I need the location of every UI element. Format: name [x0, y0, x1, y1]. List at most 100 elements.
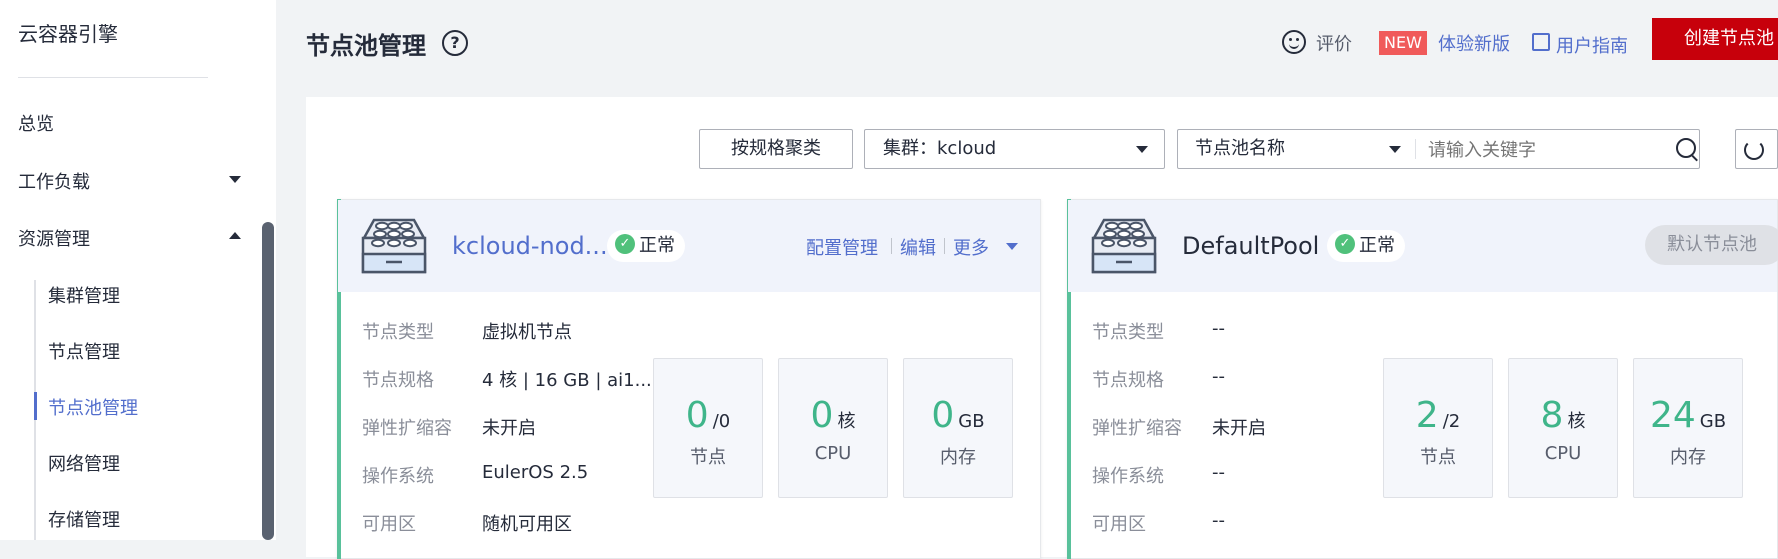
chevron-down-icon[interactable]	[1006, 243, 1018, 250]
refresh-icon[interactable]	[1744, 140, 1764, 160]
stat-nodes-total: /0	[712, 411, 731, 432]
field-label-os: 操作系统	[362, 466, 434, 487]
sidebar-title: 云容器引擎	[18, 22, 118, 46]
help-icon[interactable]: ?	[442, 30, 468, 56]
stat-cpu-unit: 核	[837, 411, 856, 432]
status-badge: ✓ 正常	[1327, 230, 1405, 262]
stat-memory-value: 24	[1649, 395, 1696, 436]
search-divider	[1415, 139, 1416, 159]
field-value-node-spec: 4 核 | 16 GB | ai1....	[482, 370, 658, 391]
chevron-down-icon[interactable]	[229, 176, 241, 183]
field-value-node-type: --	[1212, 318, 1225, 339]
stat-nodes-value: 2	[1415, 395, 1439, 436]
cluster-select[interactable]: 集群：kcloud	[864, 129, 1165, 169]
check-icon: ✓	[615, 234, 635, 254]
config-management-link[interactable]: 配置管理	[806, 234, 878, 260]
status-text: 正常	[1359, 235, 1395, 256]
sidebar-item-nodes[interactable]: 节点管理	[48, 338, 120, 364]
node-pool-icon	[1091, 218, 1157, 274]
node-pool-card: DefaultPool ✓ 正常 默认节点池 节点类型 -- 节点规格 -- 弹性…	[1067, 199, 1778, 559]
create-node-pool-button[interactable]: 创建节点池	[1652, 18, 1778, 60]
search-group: 节点池名称	[1177, 129, 1700, 169]
sidebar-scrollbar[interactable]	[262, 222, 274, 540]
sidebar-item-node-pools[interactable]: 节点池管理	[48, 394, 138, 420]
field-label-node-spec: 节点规格	[362, 370, 434, 391]
sidebar-item-overview[interactable]: 总览	[18, 110, 54, 136]
field-label-node-type: 节点类型	[1092, 322, 1164, 343]
default-pool-badge: 默认节点池	[1645, 225, 1778, 265]
card-header: DefaultPool ✓ 正常 默认节点池	[1068, 200, 1778, 292]
status-text: 正常	[639, 235, 675, 256]
edit-link[interactable]: 编辑	[900, 234, 936, 260]
name-filter-select[interactable]: 节点池名称	[1195, 130, 1285, 168]
stat-cpu: 0核 CPU	[778, 358, 888, 498]
field-label-autoscale: 弹性扩缩容	[1092, 418, 1182, 439]
field-value-az: --	[1212, 510, 1225, 531]
stat-nodes: 0/0 节点	[653, 358, 763, 498]
sidebar-item-clusters[interactable]: 集群管理	[48, 282, 120, 308]
field-value-os: --	[1212, 462, 1225, 483]
more-link[interactable]: 更多	[953, 234, 989, 260]
field-label-node-spec: 节点规格	[1092, 370, 1164, 391]
stat-memory: 0 GB 内存	[903, 358, 1013, 498]
action-separator	[891, 238, 892, 254]
stat-nodes-total: /2	[1442, 411, 1461, 432]
stat-memory-value: 0	[931, 395, 955, 436]
group-by-spec-button[interactable]: 按规格聚类	[699, 129, 853, 169]
field-label-os: 操作系统	[1092, 466, 1164, 487]
stat-nodes: 2/2 节点	[1383, 358, 1493, 498]
submenu-active-indicator	[34, 392, 37, 420]
search-icon[interactable]	[1676, 138, 1696, 158]
stat-cpu-label: CPU	[814, 443, 852, 464]
stat-cpu-label: CPU	[1544, 443, 1582, 464]
stat-cpu-value: 0	[810, 395, 834, 436]
page-title: 节点池管理	[306, 32, 426, 60]
chevron-up-icon[interactable]	[229, 232, 241, 239]
sidebar-item-workloads[interactable]: 工作负载	[18, 168, 90, 194]
node-pool-name[interactable]: kcloud-nod...	[452, 232, 608, 260]
stat-nodes-label: 节点	[690, 447, 726, 468]
smile-icon[interactable]	[1282, 30, 1306, 54]
field-label-node-type: 节点类型	[362, 322, 434, 343]
new-version-link[interactable]: 体验新版	[1438, 30, 1510, 56]
card-header: kcloud-nod... ✓ 正常 配置管理 编辑 更多	[338, 200, 1040, 292]
stat-memory: 24 GB 内存	[1633, 358, 1743, 498]
node-pool-icon	[361, 218, 427, 274]
status-badge: ✓ 正常	[607, 230, 685, 262]
field-value-os: EulerOS 2.5	[482, 462, 589, 483]
field-label-az: 可用区	[362, 514, 416, 535]
stat-nodes-label: 节点	[1420, 447, 1456, 468]
field-value-node-spec: --	[1212, 366, 1225, 387]
chevron-down-icon[interactable]	[1389, 146, 1401, 153]
field-value-autoscale: 未开启	[482, 418, 536, 439]
node-pool-name: DefaultPool	[1182, 232, 1320, 260]
stat-nodes-value: 0	[685, 395, 709, 436]
search-input[interactable]	[1426, 134, 1660, 166]
stat-cpu-value: 8	[1540, 395, 1564, 436]
stat-memory-unit: GB	[1699, 411, 1727, 432]
user-guide-link[interactable]: 用户指南	[1556, 32, 1628, 58]
stat-memory-label: 内存	[1670, 447, 1706, 468]
rate-link[interactable]: 评价	[1316, 30, 1352, 56]
field-label-az: 可用区	[1092, 514, 1146, 535]
field-label-autoscale: 弹性扩缩容	[362, 418, 452, 439]
stat-memory-label: 内存	[940, 447, 976, 468]
field-value-node-type: 虚拟机节点	[482, 322, 572, 343]
stat-memory-unit: GB	[958, 411, 985, 432]
node-pool-card: kcloud-nod... ✓ 正常 配置管理 编辑 更多 节点类型 虚拟机节点 …	[337, 199, 1041, 559]
guide-icon	[1532, 33, 1550, 51]
field-value-az: 随机可用区	[482, 514, 572, 535]
new-badge: NEW	[1379, 31, 1427, 55]
sidebar: 云容器引擎 总览 工作负载 资源管理 集群管理 节点管理 节点池管理 网络管理 …	[0, 0, 276, 540]
sidebar-item-resource-management[interactable]: 资源管理	[18, 225, 90, 251]
cluster-select-value: 集群：kcloud	[883, 138, 997, 159]
field-value-autoscale: 未开启	[1212, 418, 1266, 439]
action-separator	[944, 238, 945, 254]
sidebar-item-network[interactable]: 网络管理	[48, 450, 120, 476]
stat-cpu: 8核 CPU	[1508, 358, 1618, 498]
stat-cpu-unit: 核	[1567, 411, 1586, 432]
check-icon: ✓	[1335, 234, 1355, 254]
chevron-down-icon	[1136, 146, 1148, 153]
sidebar-divider	[18, 77, 208, 78]
sidebar-item-storage[interactable]: 存储管理	[48, 506, 120, 532]
